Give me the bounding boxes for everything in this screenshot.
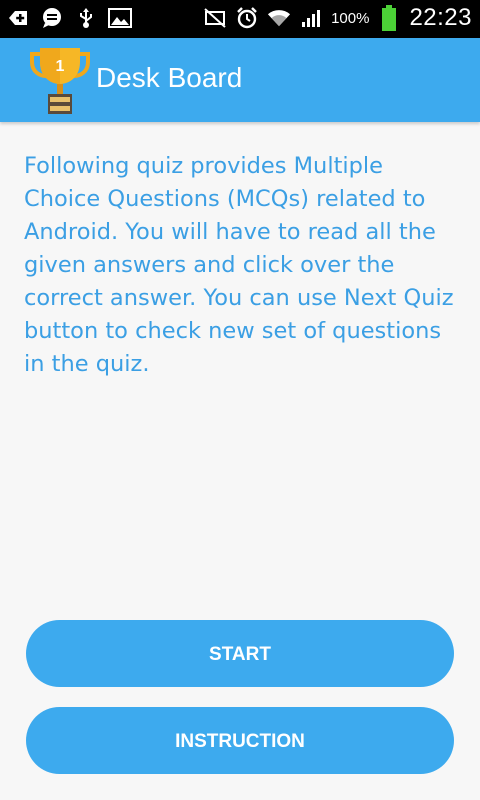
svg-text:1: 1: [56, 58, 65, 75]
signal-icon: [299, 6, 323, 30]
alarm-icon: [235, 6, 259, 30]
instruction-button[interactable]: INSTRUCTION: [26, 707, 454, 774]
trophy-icon[interactable]: 1: [28, 44, 92, 116]
usb-icon: [74, 6, 98, 30]
status-bar: 100% 22:23: [0, 0, 480, 38]
status-bar-system: 100% 22:23: [203, 4, 472, 32]
battery-icon: [377, 5, 401, 31]
app-title: Desk Board: [96, 62, 243, 93]
image-icon: [108, 6, 132, 30]
status-bar-notifications: [6, 6, 132, 30]
mute-icon: [203, 6, 227, 30]
app-bar: 1 Desk Board: [0, 38, 480, 122]
chat-icon: [40, 6, 64, 30]
start-button[interactable]: START: [26, 620, 454, 687]
wifi-icon: [267, 6, 291, 30]
add-notification-icon: [6, 6, 30, 30]
quiz-description: Following quiz provides Multiple Choice …: [24, 153, 454, 377]
status-time: 22:23: [409, 4, 472, 31]
battery-percent: 100%: [331, 9, 370, 27]
